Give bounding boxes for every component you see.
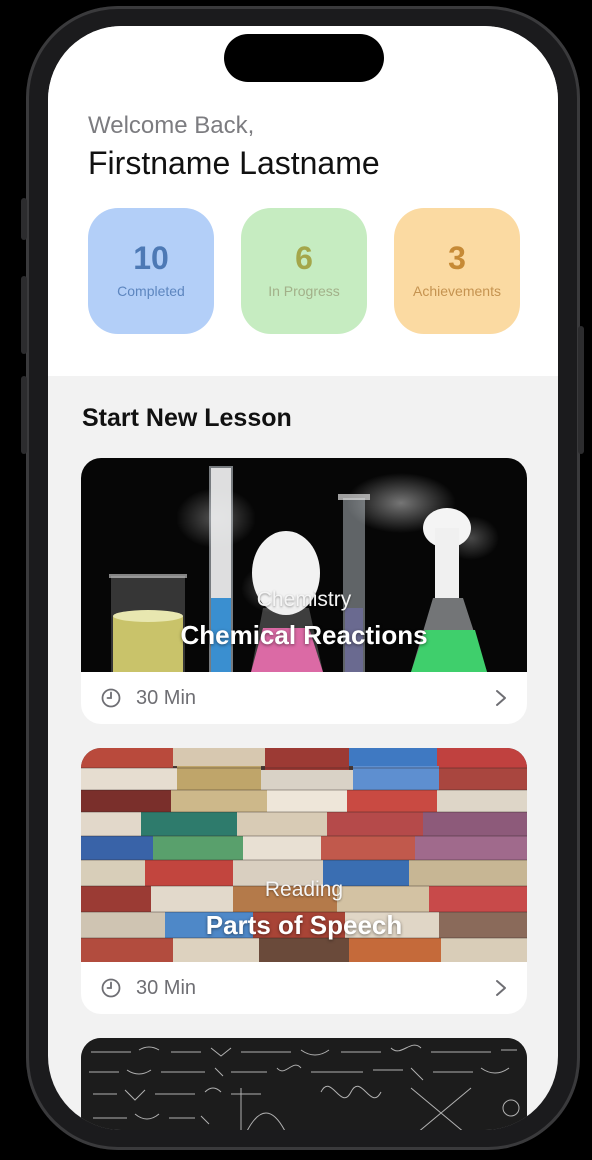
volume-down-button (21, 376, 27, 454)
lesson-duration: 30 Min (136, 687, 197, 709)
chemistry-glassware-image: Chemistry Chemical Reactions (81, 458, 527, 672)
power-button (578, 326, 584, 454)
section-title: Start New Lesson (82, 404, 292, 432)
stat-achievements[interactable]: 3 Achievements (394, 208, 520, 334)
clock-icon (101, 978, 121, 998)
lesson-card-math[interactable] (81, 1038, 527, 1130)
stat-in-progress-value: 6 (295, 240, 313, 276)
lesson-title: Parts of Speech (205, 910, 403, 940)
user-name: Firstname Lastname (88, 145, 380, 181)
stat-completed-value: 10 (133, 240, 169, 276)
volume-up-button (21, 276, 27, 354)
welcome-text: Welcome Back, (88, 112, 255, 139)
stat-in-progress[interactable]: 6 In Progress (241, 208, 367, 334)
lesson-card-chemistry[interactable]: Chemistry Chemical Reactions 30 Min (81, 458, 527, 724)
stat-completed-label: Completed (117, 283, 185, 299)
lesson-subject: Chemistry (256, 588, 352, 611)
stat-in-progress-label: In Progress (268, 283, 340, 299)
lesson-subject: Reading (264, 878, 344, 901)
stat-completed[interactable]: 10 Completed (88, 208, 214, 334)
chevron-right-icon[interactable] (495, 979, 507, 997)
phone-screen: Welcome Back, Firstname Lastname 10 Comp… (48, 26, 558, 1130)
chevron-right-icon[interactable] (495, 689, 507, 707)
stat-achievements-label: Achievements (413, 283, 501, 299)
lesson-title: Chemical Reactions (180, 620, 428, 650)
lesson-card-reading[interactable]: Reading Parts of Speech 30 Min (81, 748, 527, 1014)
lesson-footer: 30 Min (81, 672, 527, 724)
action-button (21, 198, 27, 240)
math-formulas-chalkboard-image (81, 1038, 527, 1130)
stat-achievements-value: 3 (448, 240, 466, 276)
book-stacks-image: Reading Parts of Speech (81, 748, 527, 962)
lesson-duration: 30 Min (136, 977, 197, 999)
clock-icon (101, 688, 121, 708)
lesson-footer: 30 Min (81, 962, 527, 1014)
dynamic-island (224, 34, 384, 82)
